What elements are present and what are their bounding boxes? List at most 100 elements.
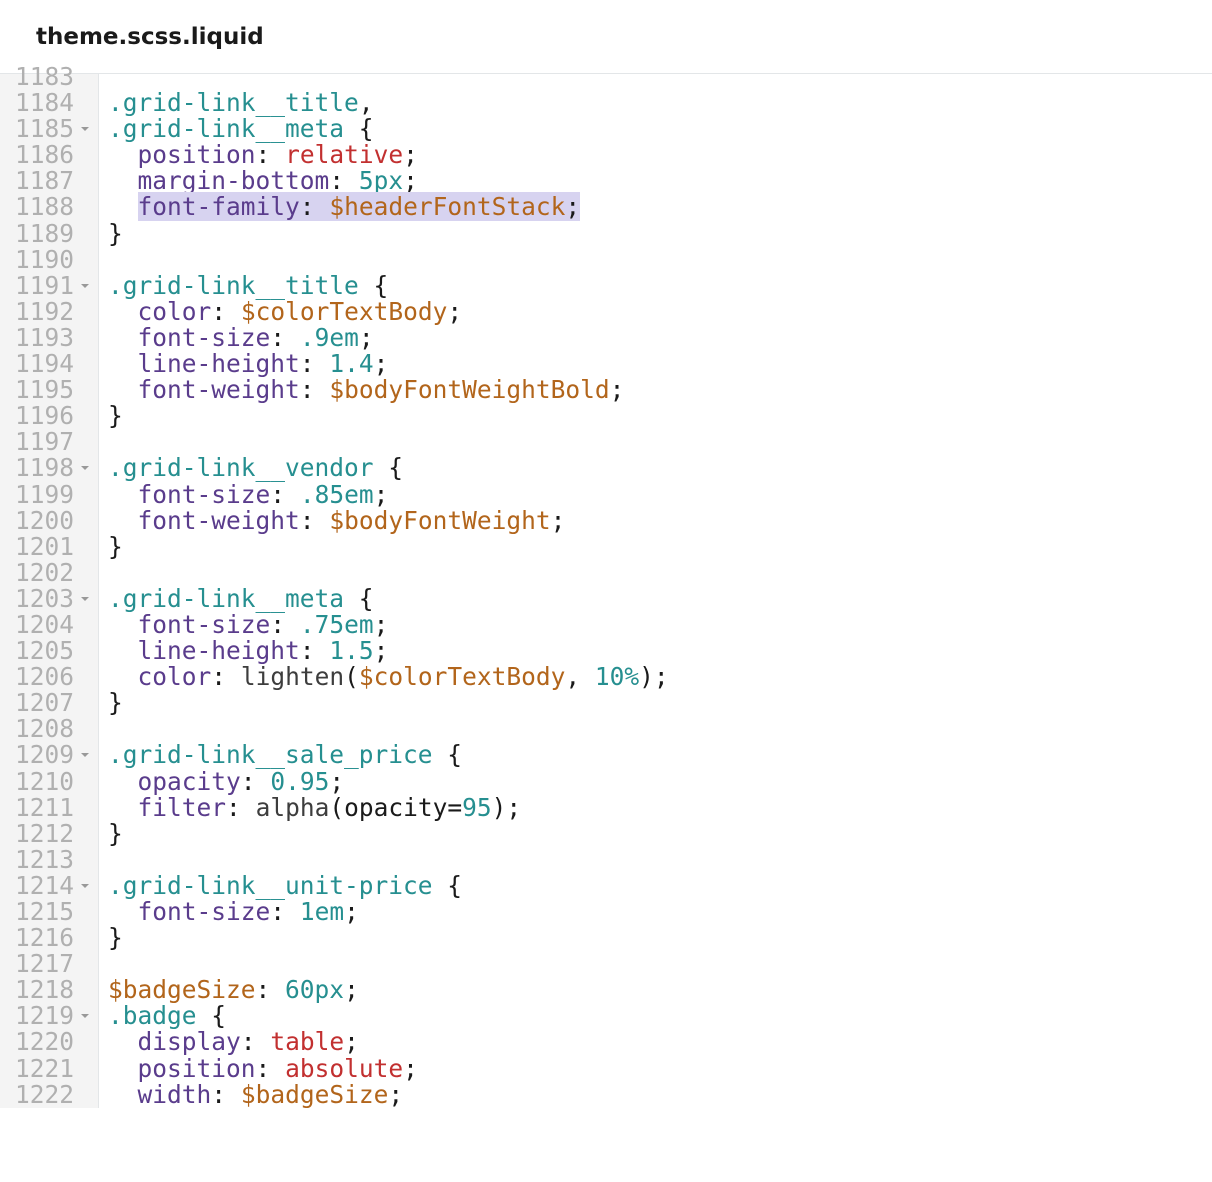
code-token: 1em	[300, 897, 344, 926]
code-line[interactable]: $badgeSize: 60px;	[108, 977, 1212, 1003]
line-number: 1212	[0, 821, 92, 847]
fold-toggle-icon[interactable]	[80, 750, 90, 760]
fold-toggle-icon[interactable]	[80, 124, 90, 134]
code-token: line-height	[138, 636, 300, 665]
line-number-value: 1198	[15, 453, 74, 482]
code-line[interactable]	[108, 429, 1212, 455]
code-token	[270, 975, 285, 1004]
code-line[interactable]	[108, 247, 1212, 273]
code-line[interactable]: }	[108, 925, 1212, 951]
code-line[interactable]: font-family: $headerFontStack;	[108, 194, 1212, 220]
line-number: 1207	[0, 690, 92, 716]
code-line[interactable]: }	[108, 403, 1212, 429]
code-token: display	[138, 1027, 241, 1056]
code-token: .grid-link__title	[108, 88, 359, 117]
code-token: :	[226, 793, 241, 822]
code-token	[315, 636, 330, 665]
code-line[interactable]: }	[108, 690, 1212, 716]
code-token: }	[108, 819, 123, 848]
code-line[interactable]: font-size: 1em;	[108, 899, 1212, 925]
code-line[interactable]: font-size: .75em;	[108, 612, 1212, 638]
code-line[interactable]: color: lighten($colorTextBody, 10%);	[108, 664, 1212, 690]
code-line[interactable]: font-size: .85em;	[108, 482, 1212, 508]
code-line[interactable]: line-height: 1.5;	[108, 638, 1212, 664]
line-number-value: 1220	[15, 1027, 74, 1056]
code-token: {	[388, 453, 403, 482]
line-number-value: 1217	[15, 949, 74, 978]
code-token: 5px	[359, 166, 403, 195]
code-token: :	[300, 636, 315, 665]
code-token: ;	[344, 975, 359, 1004]
line-number: 1210	[0, 769, 92, 795]
code-line[interactable]: }	[108, 821, 1212, 847]
code-token	[226, 297, 241, 326]
code-token: ;	[403, 140, 418, 169]
fold-toggle-icon[interactable]	[80, 881, 90, 891]
line-number-value: 1193	[15, 323, 74, 352]
code-token: absolute	[285, 1054, 403, 1083]
code-token: font-size	[138, 323, 271, 352]
code-token: ,	[359, 88, 374, 117]
fold-toggle-icon[interactable]	[80, 281, 90, 291]
code-line[interactable]	[108, 951, 1212, 977]
code-line[interactable]: .grid-link__sale_price {	[108, 742, 1212, 768]
code-token	[315, 349, 330, 378]
fold-toggle-icon[interactable]	[80, 1011, 90, 1021]
code-line[interactable]	[108, 64, 1212, 90]
code-token: opacity	[344, 793, 447, 822]
line-number: 1217	[0, 951, 92, 977]
code-token	[315, 375, 330, 404]
code-token: 10%	[595, 662, 639, 691]
code-line[interactable]	[108, 560, 1212, 586]
line-number-value: 1187	[15, 166, 74, 195]
code-line[interactable]: .badge {	[108, 1003, 1212, 1029]
line-number-value: 1211	[15, 793, 74, 822]
line-number-value: 1199	[15, 480, 74, 509]
code-token: :	[211, 1080, 226, 1109]
code-line[interactable]: position: absolute;	[108, 1056, 1212, 1082]
code-line[interactable]: }	[108, 221, 1212, 247]
fold-toggle-icon[interactable]	[80, 463, 90, 473]
code-line[interactable]: .grid-link__vendor {	[108, 455, 1212, 481]
code-line[interactable]: font-size: .9em;	[108, 325, 1212, 351]
code-token: :	[300, 349, 315, 378]
code-line[interactable]: margin-bottom: 5px;	[108, 168, 1212, 194]
tab-filename[interactable]: theme.scss.liquid	[36, 24, 264, 50]
code-token: :	[211, 662, 226, 691]
code-token	[108, 793, 138, 822]
code-line[interactable]	[108, 847, 1212, 873]
code-token	[344, 166, 359, 195]
code-line[interactable]: .grid-link__title {	[108, 273, 1212, 299]
line-number: 1184	[0, 90, 92, 116]
code-line[interactable]: .grid-link__meta {	[108, 116, 1212, 142]
code-line[interactable]: filter: alpha(opacity=95);	[108, 795, 1212, 821]
line-number-value: 1186	[15, 140, 74, 169]
code-token: }	[108, 923, 123, 952]
code-line[interactable]: opacity: 0.95;	[108, 769, 1212, 795]
line-number: 1199	[0, 482, 92, 508]
code-token: }	[108, 532, 123, 561]
line-number-value: 1192	[15, 297, 74, 326]
code-token: :	[300, 192, 315, 221]
code-line[interactable]: font-weight: $bodyFontWeightBold;	[108, 377, 1212, 403]
code-token: $colorTextBody	[359, 662, 566, 691]
code-token: width	[138, 1080, 212, 1109]
code-line[interactable]: position: relative;	[108, 142, 1212, 168]
code-line[interactable]: .grid-link__title,	[108, 90, 1212, 116]
code-line[interactable]	[108, 716, 1212, 742]
code-content[interactable]: .grid-link__title,.grid-link__meta { pos…	[99, 74, 1212, 1108]
code-line[interactable]: font-weight: $bodyFontWeight;	[108, 508, 1212, 534]
line-highlight	[108, 925, 1212, 951]
code-line[interactable]: color: $colorTextBody;	[108, 299, 1212, 325]
code-token: ,	[565, 662, 580, 691]
editor-area[interactable]: 1183118411851186118711881189119011911192…	[0, 74, 1212, 1108]
code-line[interactable]: width: $badgeSize;	[108, 1082, 1212, 1108]
code-line[interactable]: line-height: 1.4;	[108, 351, 1212, 377]
code-line[interactable]: }	[108, 534, 1212, 560]
code-token: .badge	[108, 1001, 197, 1030]
fold-toggle-icon[interactable]	[80, 594, 90, 604]
code-token: ;	[403, 166, 418, 195]
code-line[interactable]: .grid-link__meta {	[108, 586, 1212, 612]
code-line[interactable]: .grid-link__unit-price {	[108, 873, 1212, 899]
code-line[interactable]: display: table;	[108, 1029, 1212, 1055]
